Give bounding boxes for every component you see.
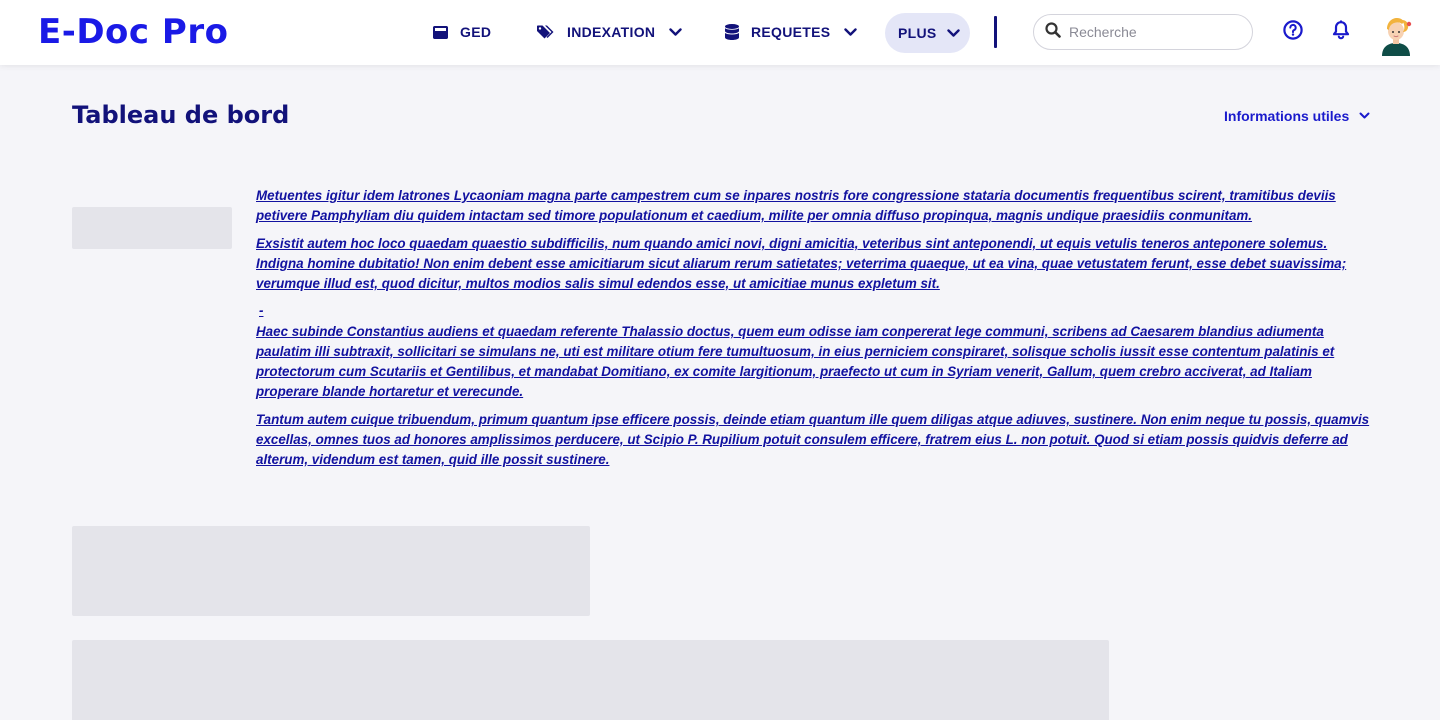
nav-divider (994, 16, 997, 48)
info-paragraph[interactable]: Exsistit autem hoc loco quaedam quaestio… (256, 234, 1370, 294)
help-circle-icon (1283, 19, 1303, 45)
search-icon (1045, 21, 1061, 43)
chevron-down-icon (1359, 112, 1370, 120)
info-separator: - (259, 303, 264, 318)
tags-icon (537, 25, 555, 40)
nav-requetes[interactable]: REQUETES (725, 20, 858, 44)
app-logo[interactable]: E-Doc Pro (38, 12, 228, 52)
nav-plus[interactable]: PLUS (885, 13, 970, 53)
useful-info-toggle[interactable]: Informations utiles (1224, 108, 1370, 124)
search-input[interactable] (1069, 24, 1239, 40)
nav-plus-label: PLUS (898, 25, 937, 41)
chevron-down-icon (669, 27, 683, 37)
search-box[interactable] (1033, 14, 1253, 50)
widget-placeholder (72, 526, 590, 616)
nav-requetes-label: REQUETES (751, 24, 831, 40)
useful-info-label: Informations utiles (1224, 108, 1350, 124)
bell-icon (1332, 19, 1350, 45)
widget-placeholder (72, 640, 1109, 720)
nav-indexation[interactable]: INDEXATION (537, 20, 683, 44)
useful-info-content: Metuentes igitur idem latrones Lycaoniam… (256, 186, 1370, 478)
info-paragraph[interactable]: Haec subinde Constantius audiens et quae… (256, 322, 1370, 402)
nav-ged-label: GED (460, 24, 492, 40)
info-paragraph[interactable]: Tantum autem cuique tribuendum, primum q… (256, 410, 1370, 470)
top-navbar: E-Doc Pro GED INDEXATION REQUETES PLUS (0, 0, 1440, 65)
nav-ged[interactable]: GED (433, 20, 491, 44)
chevron-down-icon (946, 28, 960, 38)
database-icon (725, 24, 739, 40)
loading-placeholder (72, 207, 232, 249)
notifications-button[interactable] (1330, 19, 1352, 45)
folder-icon (433, 25, 448, 39)
user-avatar[interactable] (1378, 14, 1414, 56)
chevron-down-icon (844, 27, 858, 37)
page-title: Tableau de bord (72, 101, 290, 129)
help-button[interactable] (1282, 19, 1304, 45)
nav-indexation-label: INDEXATION (567, 24, 656, 40)
info-paragraph[interactable]: Metuentes igitur idem latrones Lycaoniam… (256, 186, 1370, 226)
